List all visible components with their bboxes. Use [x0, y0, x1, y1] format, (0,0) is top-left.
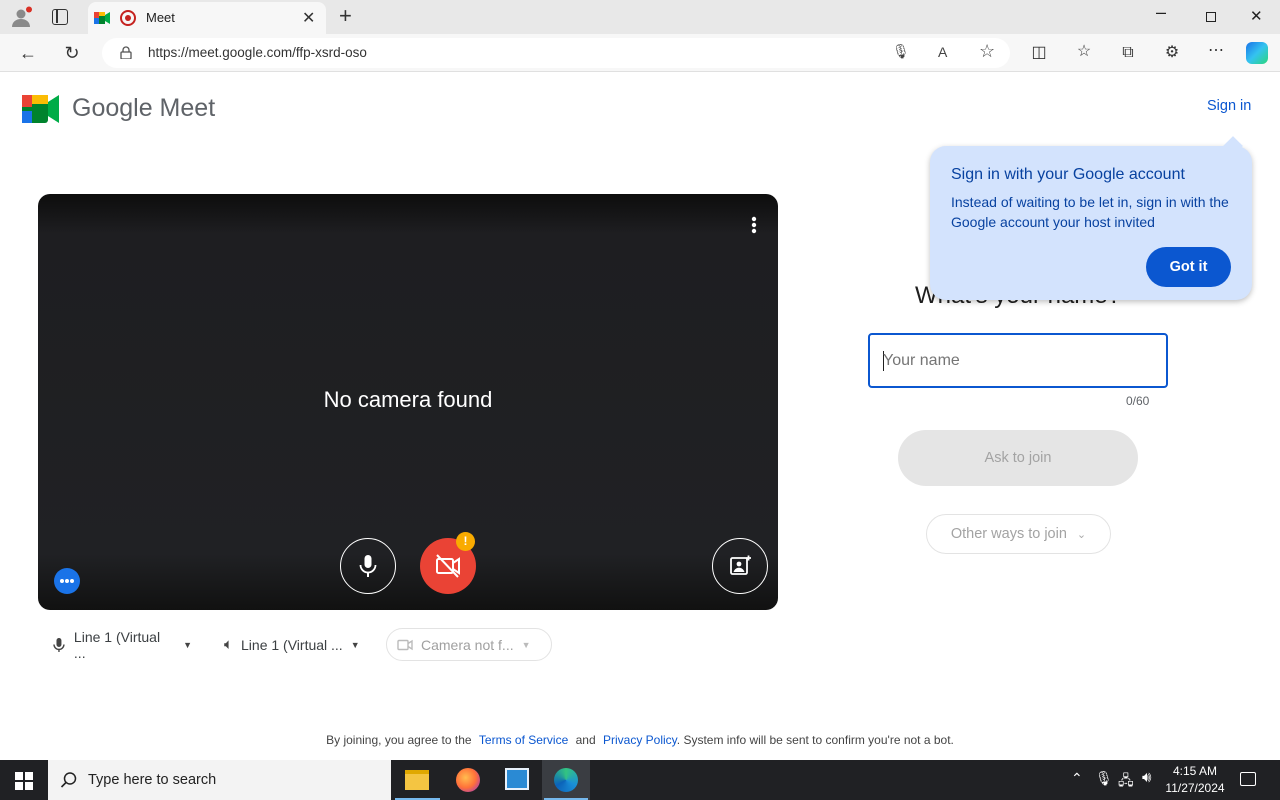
legal-footer: By joining, you agree to the Terms of Se… [0, 733, 1280, 747]
chevron-down-icon: ▼ [521, 639, 531, 650]
chevron-down-icon: ⌄ [1076, 528, 1087, 541]
read-aloud-icon[interactable]: A [938, 44, 947, 60]
volume-icon[interactable]: 🔊︎ [1142, 769, 1151, 786]
video-options-icon[interactable] [751, 216, 757, 234]
refresh-icon[interactable]: ↻ [60, 43, 84, 63]
notification-icon[interactable] [1240, 772, 1256, 786]
minimize-icon[interactable]: – [1156, 2, 1166, 23]
edge-taskbar-button[interactable] [542, 760, 590, 800]
sign-in-tooltip: Sign in with your Google account Instead… [930, 136, 1252, 300]
camera-icon [397, 639, 413, 650]
collections-icon[interactable]: ⧉ [1116, 43, 1140, 63]
name-char-counter: 0/60 [1126, 394, 1150, 408]
clock-time[interactable]: 4:15 AM [1160, 764, 1230, 778]
taskbar-search-placeholder: Type here to search [88, 772, 217, 788]
lock-icon[interactable] [120, 46, 132, 60]
chevron-down-icon: ▼ [183, 639, 192, 650]
other-ways-button[interactable]: Other ways to join ⌄ [926, 514, 1111, 554]
taskbar: Type here to search ⌃ 🎙︎ 🖧 🔊︎ 4:15 AM 11… [0, 760, 1280, 800]
split-screen-icon[interactable]: ◫ [1027, 43, 1051, 63]
taskbar-search-box[interactable]: Type here to search [48, 760, 391, 800]
copilot-icon[interactable] [1246, 42, 1268, 64]
tooltip-title: Sign in with your Google account [951, 166, 1185, 183]
speaker-selector[interactable]: 🔈︎ Line 1 (Virtual ... ▼ [214, 628, 374, 661]
extensions-icon[interactable]: ⚙ [1160, 43, 1184, 63]
more-effects-icon[interactable] [54, 568, 80, 594]
favorites-icon[interactable]: ☆ [1072, 42, 1096, 62]
camera-device-label: Camera not f... [421, 636, 514, 653]
recording-indicator-icon [120, 10, 136, 26]
video-preview: No camera found ! [38, 194, 778, 610]
restore-icon[interactable] [1206, 12, 1216, 22]
speaker-icon: 🔈︎ [224, 636, 234, 653]
sign-in-link[interactable]: Sign in [1207, 98, 1251, 114]
visual-effects-button[interactable] [712, 538, 768, 594]
add-favorite-icon[interactable]: ☆ [979, 41, 995, 62]
close-icon[interactable]: ✕ [1250, 7, 1263, 25]
microphone-selector[interactable]: Line 1 (Virtual ... ▼ [42, 628, 202, 661]
got-it-button[interactable]: Got it [1146, 247, 1231, 287]
camera-alert-badge: ! [456, 532, 475, 551]
tab-title: Meet [146, 10, 175, 25]
google-meet-logo[interactable]: Google Meet [22, 93, 232, 125]
app-window-icon[interactable] [505, 768, 529, 790]
footer-prefix: By joining, you agree to the [326, 733, 472, 747]
file-explorer-icon[interactable] [405, 770, 429, 790]
footer-and: and [575, 733, 596, 747]
search-icon [60, 772, 77, 788]
speaker-device-label: Line 1 (Virtual ... [241, 636, 343, 653]
firefox-icon[interactable] [456, 768, 480, 792]
camera-selector[interactable]: Camera not f... ▼ [386, 628, 552, 661]
microphone-tray-icon[interactable]: 🎙︎ [1095, 770, 1113, 787]
logo-text: Google Meet [72, 94, 216, 122]
tooltip-body: Instead of waiting to be let in, sign in… [951, 194, 1229, 230]
show-hidden-icons[interactable]: ⌃ [1071, 770, 1083, 787]
meet-favicon-icon [94, 11, 110, 25]
tab-strip: Meet ✕ + – ✕ [0, 0, 1280, 34]
address-bar[interactable]: https://meet.google.com/ffp-xsrd-oso 🎙 A… [102, 38, 1010, 68]
voice-search-icon[interactable]: 🎙 [892, 43, 910, 60]
meet-logo-icon [22, 95, 59, 123]
tab-actions-icon[interactable] [52, 9, 68, 25]
clock-date[interactable]: 11/27/2024 [1160, 781, 1230, 795]
microphone-button[interactable] [340, 538, 396, 594]
microphone-small-icon [53, 637, 65, 652]
tab-meet[interactable]: Meet ✕ [88, 2, 326, 34]
new-tab-icon[interactable]: + [339, 3, 352, 29]
footer-suffix: . System info will be sent to confirm yo… [676, 733, 954, 747]
terms-link[interactable]: Terms of Service [479, 733, 568, 747]
url-text[interactable]: https://meet.google.com/ffp-xsrd-oso [148, 45, 367, 60]
back-icon[interactable]: ← [16, 43, 40, 63]
video-status-text: No camera found [323, 387, 493, 412]
more-options-icon[interactable]: ⋯ [1204, 41, 1228, 61]
other-ways-label: Other ways to join [950, 526, 1067, 542]
ask-to-join-button[interactable]: Ask to join [898, 430, 1138, 486]
microphone-icon [359, 554, 376, 577]
network-icon[interactable]: 🖧 [1118, 770, 1134, 794]
profile-icon[interactable] [10, 6, 32, 28]
tab-close-icon[interactable]: ✕ [302, 8, 315, 28]
camera-off-button[interactable]: ! [420, 532, 476, 594]
name-input[interactable] [883, 349, 1153, 373]
privacy-link[interactable]: Privacy Policy [603, 733, 677, 747]
windows-start-icon[interactable] [15, 772, 33, 790]
visual-effects-icon [729, 555, 751, 575]
edge-icon [554, 768, 578, 792]
chevron-down-icon: ▼ [350, 639, 360, 650]
name-input-box[interactable] [868, 333, 1168, 388]
microphone-device-label: Line 1 (Virtual ... [73, 628, 161, 661]
